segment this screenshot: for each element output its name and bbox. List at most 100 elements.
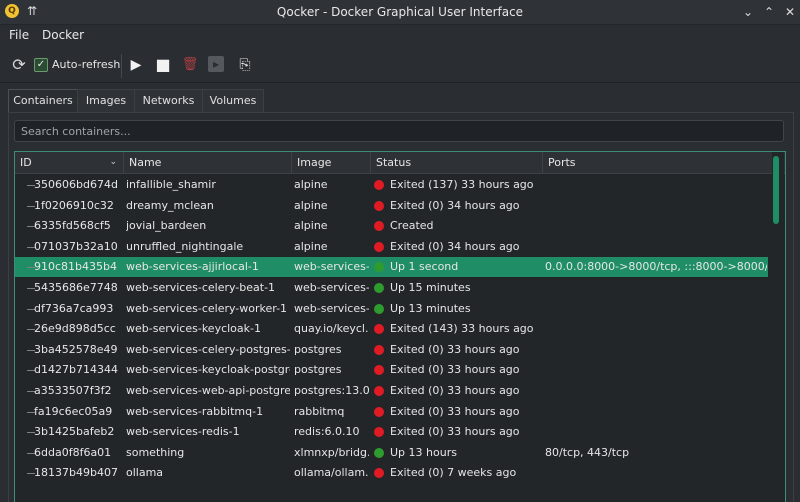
containers-table: ID ⌄ Name Image Status Ports 350606bd674… [14,151,786,502]
container-name: dreamy_mclean [126,198,214,212]
column-header-id-label: ID [20,156,32,169]
container-status: Exited (0) 33 hours ago [390,404,520,418]
table-row[interactable]: 6dda0f8f6a01 something xlmnxp/bridg... Up 1… [15,443,768,463]
container-status: Exited (0) 33 hours ago [390,384,520,397]
column-header-status[interactable]: Status [371,152,543,173]
container-name: web-services-redis-1 [126,425,240,439]
container-status: Exited (0) 7 weeks ago [390,466,517,480]
table-header: ID ⌄ Name Image Status Ports [15,152,785,174]
container-ports [545,237,767,257]
container-status: Up 13 minutes [390,301,471,315]
terminal-button[interactable]: ▸ [208,56,224,72]
menu-docker[interactable]: Docker [42,24,84,46]
tab-images[interactable]: Images [77,89,135,112]
container-image: alpine [294,178,328,191]
scrollbar-thumb[interactable] [773,156,779,224]
status-running-icon [374,283,384,293]
container-status: Exited (0) 33 hours ago [390,425,520,439]
status-stopped-icon [374,427,384,438]
table-row[interactable]: 6335fd568cf5 jovial_bardeen alpine Created [15,216,768,236]
container-ports [545,422,767,442]
container-name: infallible_shamir [126,178,216,191]
container-ports: 80/tcp, 443/tcp [545,445,630,459]
container-status: Up 1 second [390,260,459,274]
column-header-id[interactable]: ID ⌄ [15,152,124,173]
container-ports [545,463,767,483]
table-row[interactable]: fa19c6ec05a9 web-services-rabbitmq-1 rabbi… [15,402,768,422]
container-image: rabbitmq [294,404,345,418]
container-id: 910c81b435b4 [34,260,117,274]
table-row[interactable]: 910c81b435b4 web-services-ajjirlocal-1 web… [15,257,768,278]
container-name: web-services-rabbitmq-1 [126,404,264,418]
table-row[interactable]: 3ba452578e49 web-services-celery-postgres… [15,340,768,360]
container-status: Up 15 minutes [390,281,471,294]
table-row[interactable]: df736a7ca993 web-services-celery-worker-1… [15,299,768,319]
auto-refresh-label[interactable]: Auto-refresh [52,58,120,71]
logs-button[interactable]: ⎘ [236,56,254,74]
container-status: Exited (143) 33 hours ago [390,322,534,336]
container-name: web-services-keycloak-postgres-1 [126,363,290,377]
container-image: web-services-... [294,281,369,294]
stop-container-button[interactable]: ■ [154,56,172,74]
container-name: jovial_bardeen [126,219,207,233]
table-row[interactable]: 071037b32a10 unruffled_nightingale alpine E… [15,237,768,257]
search-input[interactable] [14,120,784,142]
status-stopped-icon [374,365,384,376]
container-ports [545,175,767,195]
container-name: something [126,445,185,459]
container-id: 5435686e7748 [34,281,118,294]
container-image: postgres:13.0 [294,384,369,397]
container-id: 18137b49b407 [34,466,118,480]
container-ports [545,216,767,236]
container-image: ollama/ollam... [294,466,369,480]
table-row[interactable]: 3b1425bafeb2 web-services-redis-1 redis:6.… [15,422,768,442]
column-header-ports[interactable]: Ports [543,152,770,173]
minimize-button[interactable]: ⌄ [739,3,757,21]
status-stopped-icon [374,324,384,335]
start-container-button[interactable]: ▶ [127,56,145,74]
menu-file[interactable]: File [9,24,29,46]
maximize-button[interactable]: ⌃ [760,3,778,21]
tab-containers[interactable]: Containers [8,89,78,113]
table-row[interactable]: 18137b49b407 ollama ollama/ollam... Exited … [15,463,768,483]
container-name: web-services-keycloak-1 [126,322,261,336]
menu-bar: File Docker [0,24,800,46]
table-row[interactable]: 1f0206910c32 dreamy_mclean alpine Exited (0… [15,196,768,216]
title-bar: Q ⇈ Qocker - Docker Graphical User Inter… [0,0,800,25]
container-name: web-services-celery-worker-1 [126,301,288,315]
auto-refresh-checkbox[interactable]: ✓ [34,58,48,72]
toolbar-separator [121,54,122,78]
delete-container-button[interactable]: 🗑 [181,56,199,74]
table-row[interactable]: 350606bd674d infallible_shamir alpine Exite… [15,175,768,195]
container-id: df736a7ca993 [34,301,114,315]
container-image: xlmnxp/bridg... [294,445,369,459]
refresh-icon[interactable]: ⟳ [10,56,28,74]
container-image: alpine [294,239,328,253]
status-stopped-icon [374,221,384,232]
status-stopped-icon [374,200,384,211]
container-ports [545,340,767,360]
close-button[interactable]: ✕ [781,3,799,21]
status-running-icon [374,262,384,273]
table-row[interactable]: 5435686e7748 web-services-celery-beat-1 we… [15,278,768,298]
tab-volumes[interactable]: Volumes [202,89,264,112]
column-header-image[interactable]: Image [292,152,371,173]
container-id: fa19c6ec05a9 [34,404,113,418]
container-status: Exited (0) 33 hours ago [390,363,520,377]
container-id: 350606bd674d [34,178,118,191]
status-stopped-icon [374,241,384,252]
container-id: 3b1425bafeb2 [34,425,115,439]
container-image: postgres [294,342,342,356]
container-status: Exited (0) 34 hours ago [390,198,520,212]
tab-networks[interactable]: Networks [134,89,203,112]
status-stopped-icon [374,180,384,190]
status-running-icon [374,447,384,458]
column-header-name[interactable]: Name [124,152,292,173]
container-id: 26e9d898d5cc [34,322,116,336]
table-row[interactable]: 26e9d898d5cc web-services-keycloak-1 quay.… [15,319,768,339]
table-row[interactable]: d1427b714344 web-services-keycloak-postgr… [15,360,768,380]
container-status: Exited (0) 33 hours ago [390,342,520,356]
table-row[interactable]: a3533507f3f2 web-services-web-api-postgre… [15,381,768,401]
container-id: 6335fd568cf5 [34,219,111,233]
container-status: Exited (137) 33 hours ago [390,178,534,191]
